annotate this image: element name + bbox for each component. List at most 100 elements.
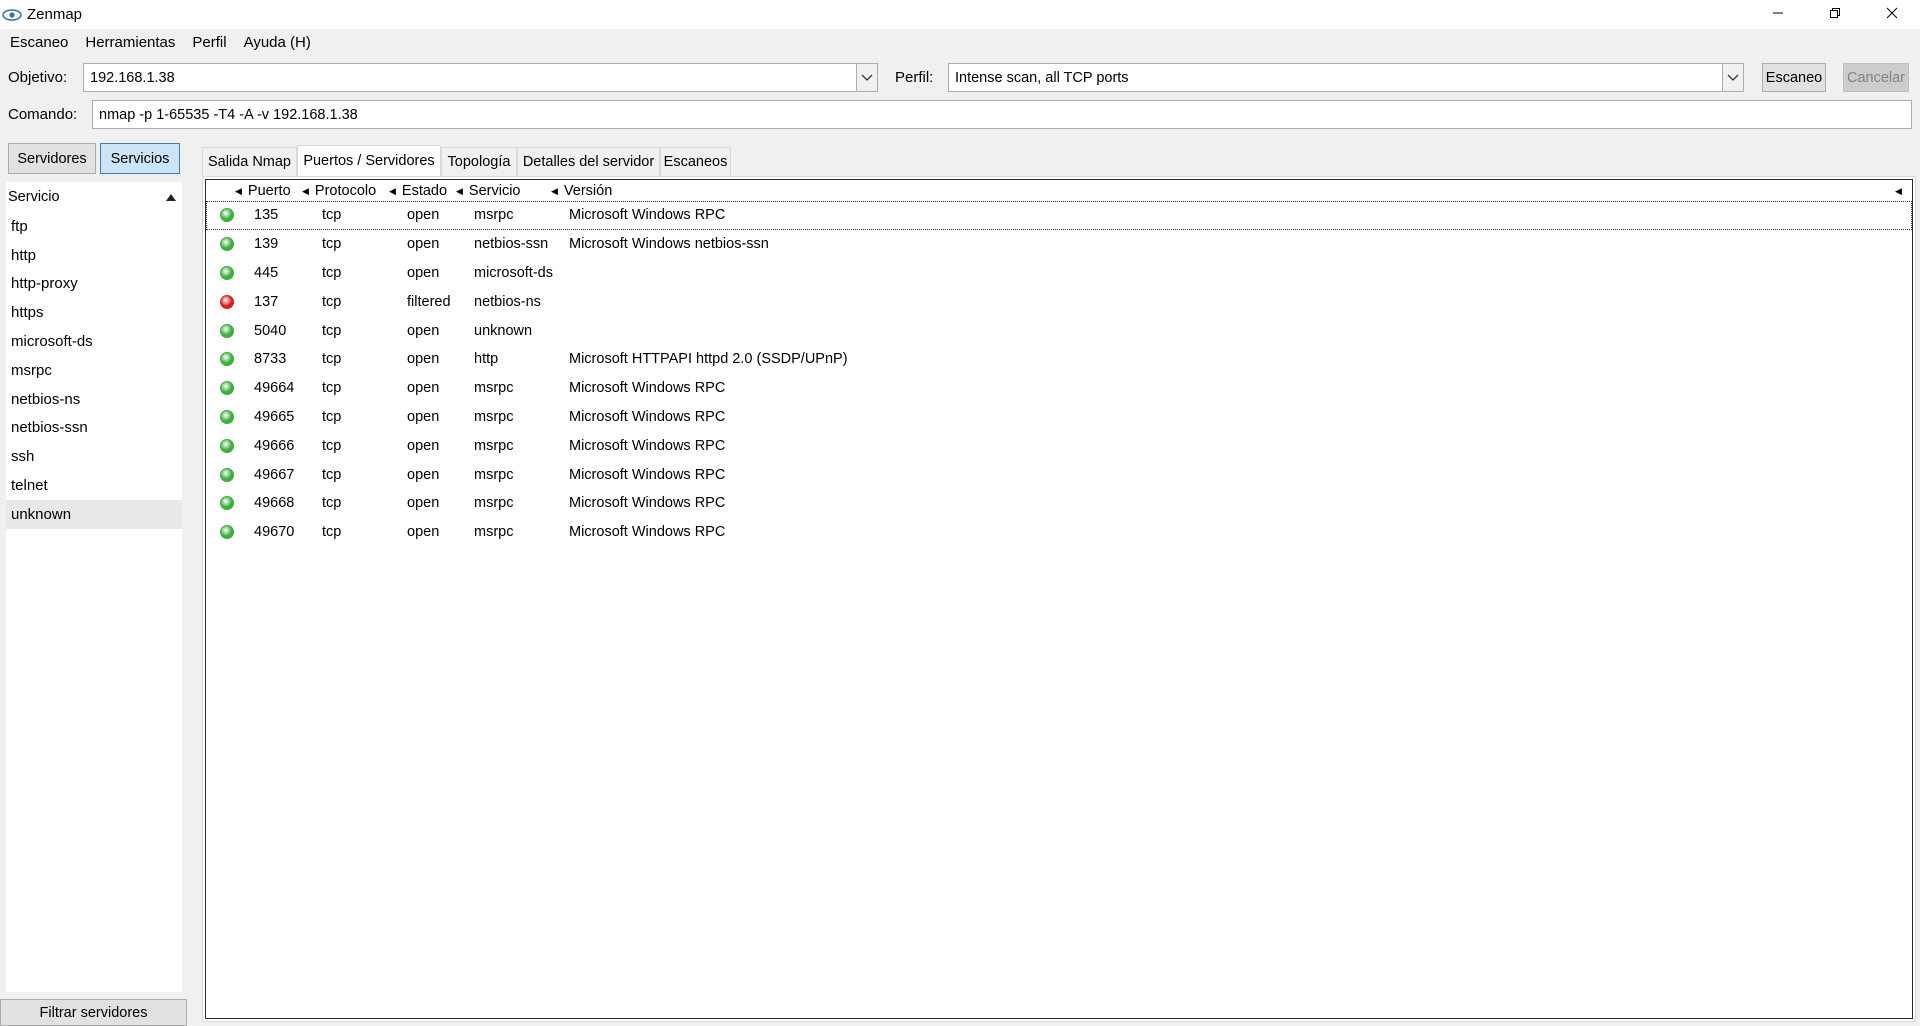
menu-herramientas[interactable]: Herramientas <box>85 34 175 51</box>
version-cell: Microsoft HTTPAPI httpd 2.0 (SSDP/UPnP) <box>569 351 848 368</box>
column-header-state-label: Estado <box>401 183 448 199</box>
sort-arrow-icon: ◀ <box>235 185 242 196</box>
restore-icon <box>1829 6 1841 23</box>
profile-dropdown-button[interactable] <box>1722 63 1744 92</box>
table-row[interactable]: 139 tcp open netbios-ssn Microsoft Windows n… <box>206 230 1912 259</box>
table-row[interactable]: 49668 tcp open msrpc Microsoft Windows RPC <box>206 489 1912 518</box>
column-header-version[interactable]: ◀ Versión <box>551 181 612 201</box>
table-row[interactable]: 8733 tcp open http Microsoft HTTPAPI httpd 2… <box>206 345 1912 374</box>
service-item-microsoft-ds[interactable]: microsoft-ds <box>6 327 182 356</box>
port-status-icon <box>220 352 234 367</box>
service-cell: http <box>474 351 499 368</box>
service-item-msrpc[interactable]: msrpc <box>6 356 182 385</box>
version-cell: Microsoft Windows RPC <box>569 524 726 541</box>
menu-perfil[interactable]: Perfil <box>192 34 226 51</box>
tab-ports-hosts[interactable]: Puertos / Servidores <box>297 145 441 176</box>
filter-hosts-button[interactable]: Filtrar servidores <box>0 999 187 1026</box>
state-cell: open <box>407 408 440 425</box>
service-item-unknown[interactable]: unknown <box>6 499 182 529</box>
tab-nmap-output[interactable]: Salida Nmap <box>202 147 297 176</box>
close-button[interactable] <box>1863 0 1920 29</box>
service-item-netbios-ns[interactable]: netbios-ns <box>6 385 182 414</box>
restore-button[interactable] <box>1806 0 1863 29</box>
port-status-icon <box>220 525 234 540</box>
services-toggle-button[interactable]: Servicios <box>100 143 180 174</box>
port-cell: 445 <box>254 264 279 281</box>
services-toggle-label: Servicios <box>110 150 170 167</box>
table-row[interactable]: 49666 tcp open msrpc Microsoft Windows RPC <box>206 431 1912 460</box>
port-status-icon <box>220 409 234 424</box>
state-cell: open <box>407 380 440 397</box>
port-status-icon <box>220 294 234 309</box>
protocol-cell: tcp <box>322 495 342 512</box>
service-item-ssh[interactable]: ssh <box>6 442 182 471</box>
table-row[interactable]: 49665 tcp open msrpc Microsoft Windows RPC <box>206 403 1912 432</box>
service-item-http[interactable]: http <box>6 241 182 270</box>
service-item-ftp[interactable]: ftp <box>6 212 182 241</box>
command-input[interactable]: nmap -p 1-65535 -T4 -A -v 192.168.1.38 <box>92 100 1912 129</box>
service-cell: netbios-ssn <box>474 236 549 253</box>
chevron-down-icon <box>1727 69 1739 86</box>
column-header-port[interactable]: ◀ Puerto <box>235 181 291 201</box>
state-cell: open <box>407 264 440 281</box>
column-header-service[interactable]: ◀ Servicio <box>456 181 521 201</box>
port-cell: 8733 <box>254 351 287 368</box>
target-dropdown-button[interactable] <box>856 63 878 92</box>
table-row[interactable]: 445 tcp open microsoft-ds <box>206 259 1912 288</box>
service-item-netbios-ssn[interactable]: netbios-ssn <box>6 414 182 443</box>
protocol-cell: tcp <box>322 207 342 224</box>
tab-scans-label: Escaneos <box>663 154 728 170</box>
column-header-extra[interactable]: ◀ <box>1895 181 1908 201</box>
scan-button[interactable]: Escaneo <box>1762 63 1826 92</box>
tab-topology[interactable]: Topología <box>441 147 517 176</box>
menu-escaneo[interactable]: Escaneo <box>10 34 68 51</box>
table-row[interactable]: 49664 tcp open msrpc Microsoft Windows RPC <box>206 374 1912 403</box>
services-list: Servicio ftp http http-proxy https micro… <box>6 182 182 992</box>
tab-topology-label: Topología <box>447 154 511 170</box>
service-item-http-proxy[interactable]: http-proxy <box>6 270 182 299</box>
cancel-button[interactable]: Cancelar <box>1843 63 1909 92</box>
port-status-icon <box>220 208 234 223</box>
port-status-icon <box>220 265 234 280</box>
table-row[interactable]: 5040 tcp open unknown <box>206 316 1912 345</box>
version-cell: Microsoft Windows RPC <box>569 466 726 483</box>
tab-scans[interactable]: Escaneos <box>660 147 731 176</box>
status-cell <box>220 316 234 345</box>
table-row[interactable]: 49670 tcp open msrpc Microsoft Windows RPC <box>206 518 1912 547</box>
table-row[interactable]: 135 tcp open msrpc Microsoft Windows RPC <box>206 201 1912 230</box>
column-header-protocol-label: Protocolo <box>314 183 377 199</box>
table-row[interactable]: 137 tcp filtered netbios-ns <box>206 287 1912 316</box>
protocol-cell: tcp <box>322 524 342 541</box>
port-cell: 49665 <box>254 408 295 425</box>
state-cell: open <box>407 351 440 368</box>
column-header-state[interactable]: ◀ Estado <box>389 181 447 201</box>
profile-select[interactable]: Intense scan, all TCP ports <box>948 63 1725 92</box>
service-item-telnet[interactable]: telnet <box>6 471 182 500</box>
table-row[interactable]: 49667 tcp open msrpc Microsoft Windows RPC <box>206 460 1912 489</box>
hosts-toggle-label: Servidores <box>17 150 87 167</box>
port-cell: 49670 <box>254 524 295 541</box>
hosts-toggle-button[interactable]: Servidores <box>8 143 96 174</box>
service-cell: msrpc <box>474 380 514 397</box>
menu-ayuda[interactable]: Ayuda (H) <box>244 34 311 51</box>
ports-table: ◀ Puerto ◀ Protocolo ◀ Estado ◀ Servicio… <box>205 179 1913 1019</box>
status-cell <box>220 431 234 460</box>
status-cell <box>220 230 234 259</box>
profile-value: Intense scan, all TCP ports <box>955 69 1129 86</box>
column-header-port-label: Puerto <box>247 183 291 199</box>
column-header-protocol[interactable]: ◀ Protocolo <box>302 181 376 201</box>
services-list-header[interactable]: Servicio <box>6 182 182 212</box>
minimize-icon <box>1772 6 1784 23</box>
protocol-cell: tcp <box>322 322 342 339</box>
minimize-button[interactable] <box>1749 0 1806 29</box>
state-cell: open <box>407 236 440 253</box>
sort-ascending-icon <box>166 189 176 205</box>
version-cell: Microsoft Windows RPC <box>569 380 726 397</box>
tab-host-details[interactable]: Detalles del servidor <box>517 147 660 176</box>
service-cell: netbios-ns <box>474 293 541 310</box>
port-cell: 49667 <box>254 466 295 483</box>
service-item-https[interactable]: https <box>6 298 182 327</box>
chevron-down-icon <box>861 69 873 86</box>
service-cell: msrpc <box>474 437 514 454</box>
target-input[interactable]: 192.168.1.38 <box>83 63 860 92</box>
